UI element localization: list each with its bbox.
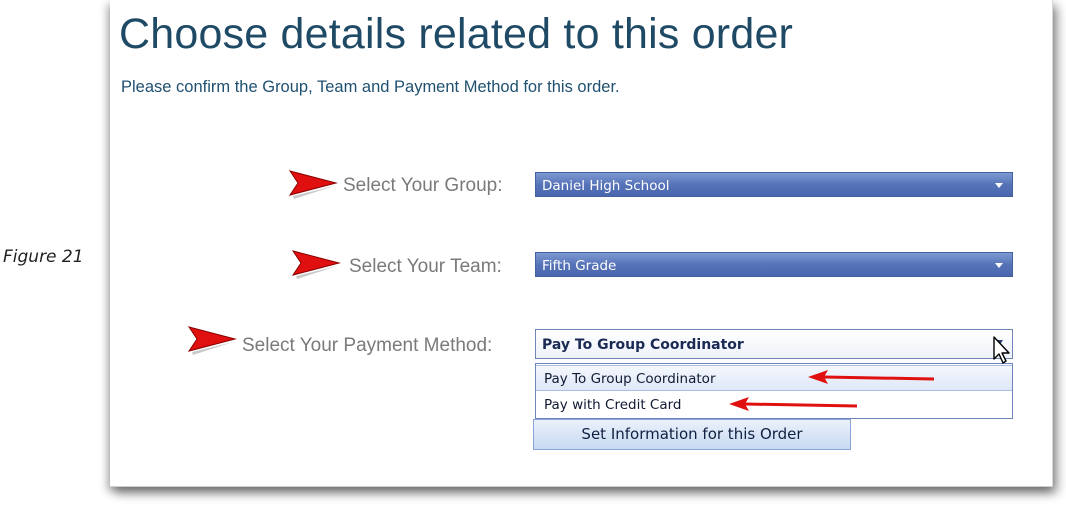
figure-caption: Figure 21 [3,247,84,267]
dropdown-caret-icon [995,183,1003,188]
group-label: Select Your Group: [343,175,503,196]
group-select-value: Daniel High School [542,178,670,194]
red-annotation-arrow-icon [808,370,936,389]
group-select[interactable]: Daniel High School [535,172,1013,197]
red-annotation-arrow-icon [729,397,858,416]
payment-select[interactable]: Pay To Group Coordinator [535,329,1013,359]
payment-option-group-coordinator[interactable]: Pay To Group Coordinator [536,365,1012,391]
page-subtitle: Please confirm the Group, Team and Payme… [121,78,620,96]
page-title: Choose details related to this order [119,10,794,58]
payment-label: Select Your Payment Method: [242,335,493,356]
team-select-value: Fifth Grade [542,258,617,274]
team-label: Select Your Team: [349,256,502,277]
team-select[interactable]: Fifth Grade [535,252,1013,277]
set-information-button[interactable]: Set Information for this Order [533,419,851,450]
mouse-cursor-icon [992,336,1012,371]
dropdown-caret-icon [995,263,1003,268]
payment-select-value: Pay To Group Coordinator [542,337,744,353]
